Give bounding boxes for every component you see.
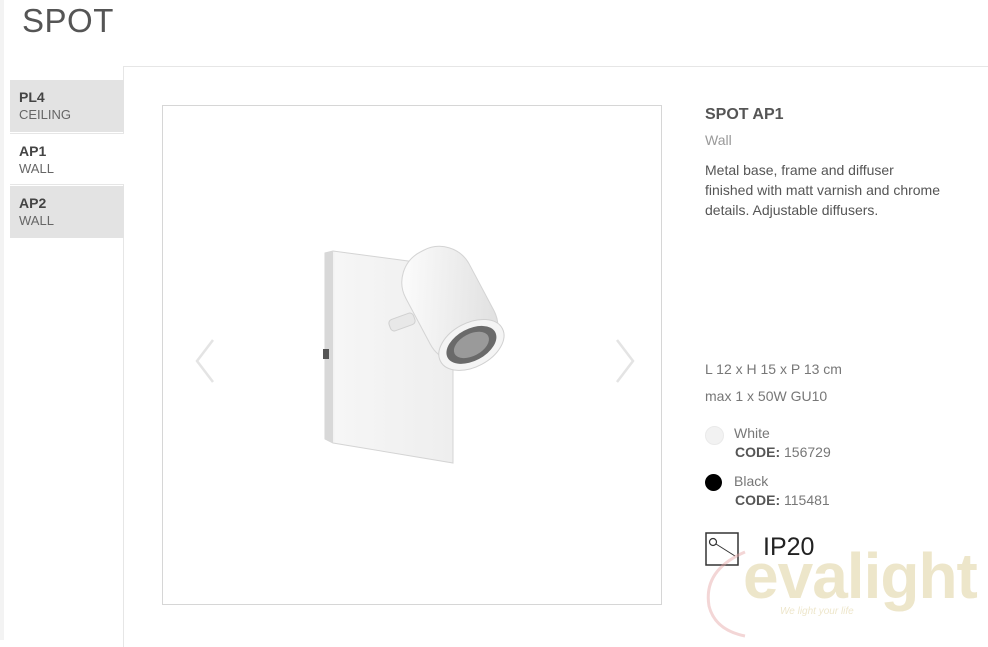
variant-code: CODE: 115481 xyxy=(735,492,830,508)
sidebar-item-ap2[interactable]: AP2 WALL xyxy=(10,186,124,238)
sidebar-item-code: PL4 xyxy=(19,89,45,105)
product-specs: L 12 x H 15 x P 13 cm max 1 x 50W GU10 xyxy=(705,356,842,410)
product-dimensions: L 12 x H 15 x P 13 cm xyxy=(705,361,842,377)
sidebar-item-code: AP1 xyxy=(19,143,47,159)
product-type: Wall xyxy=(705,132,732,148)
variant-code: CODE: 156729 xyxy=(735,444,831,460)
variant-code-label: CODE: xyxy=(735,444,781,460)
product-description: Metal base, frame and diffuser finished … xyxy=(705,162,940,218)
chevron-right-icon xyxy=(616,339,635,383)
sidebar-item-type: CEILING xyxy=(19,107,72,122)
sidebar-item-pl4[interactable]: PL4 CEILING xyxy=(10,80,124,132)
variant-code-value: 156729 xyxy=(784,444,831,460)
variant-code-value: 115481 xyxy=(784,492,830,508)
sidebar-item-type: WALL xyxy=(19,213,54,228)
ip-rating-icon xyxy=(705,532,739,566)
page-left-edge xyxy=(0,0,4,640)
variant-color-name: Black xyxy=(734,473,769,489)
variant-color-name: White xyxy=(734,425,770,441)
sidebar-item-type: WALL xyxy=(19,161,54,176)
page-title: SPOT xyxy=(22,2,114,39)
variant-code-label: CODE: xyxy=(735,492,781,508)
product-image xyxy=(323,245,505,464)
sidebar-item-code: AP2 xyxy=(19,195,47,211)
chevron-left-icon xyxy=(195,339,214,383)
product-title: SPOT AP1 xyxy=(705,106,784,123)
gallery-next-button[interactable] xyxy=(609,336,639,386)
ip-rating-label: IP20 xyxy=(763,533,815,561)
sidebar-item-ap1[interactable]: AP1 WALL xyxy=(10,133,124,185)
color-swatch-black[interactable] xyxy=(705,474,722,491)
product-info: SPOT AP1 Wall Metal base, frame and diff… xyxy=(705,104,975,220)
product-gallery xyxy=(162,105,662,605)
product-bulb: max 1 x 50W GU10 xyxy=(705,388,828,404)
gallery-prev-button[interactable] xyxy=(191,336,221,386)
color-swatch-white[interactable] xyxy=(705,426,724,445)
model-sidebar: PL4 CEILING AP1 WALL AP2 WALL xyxy=(10,80,124,239)
